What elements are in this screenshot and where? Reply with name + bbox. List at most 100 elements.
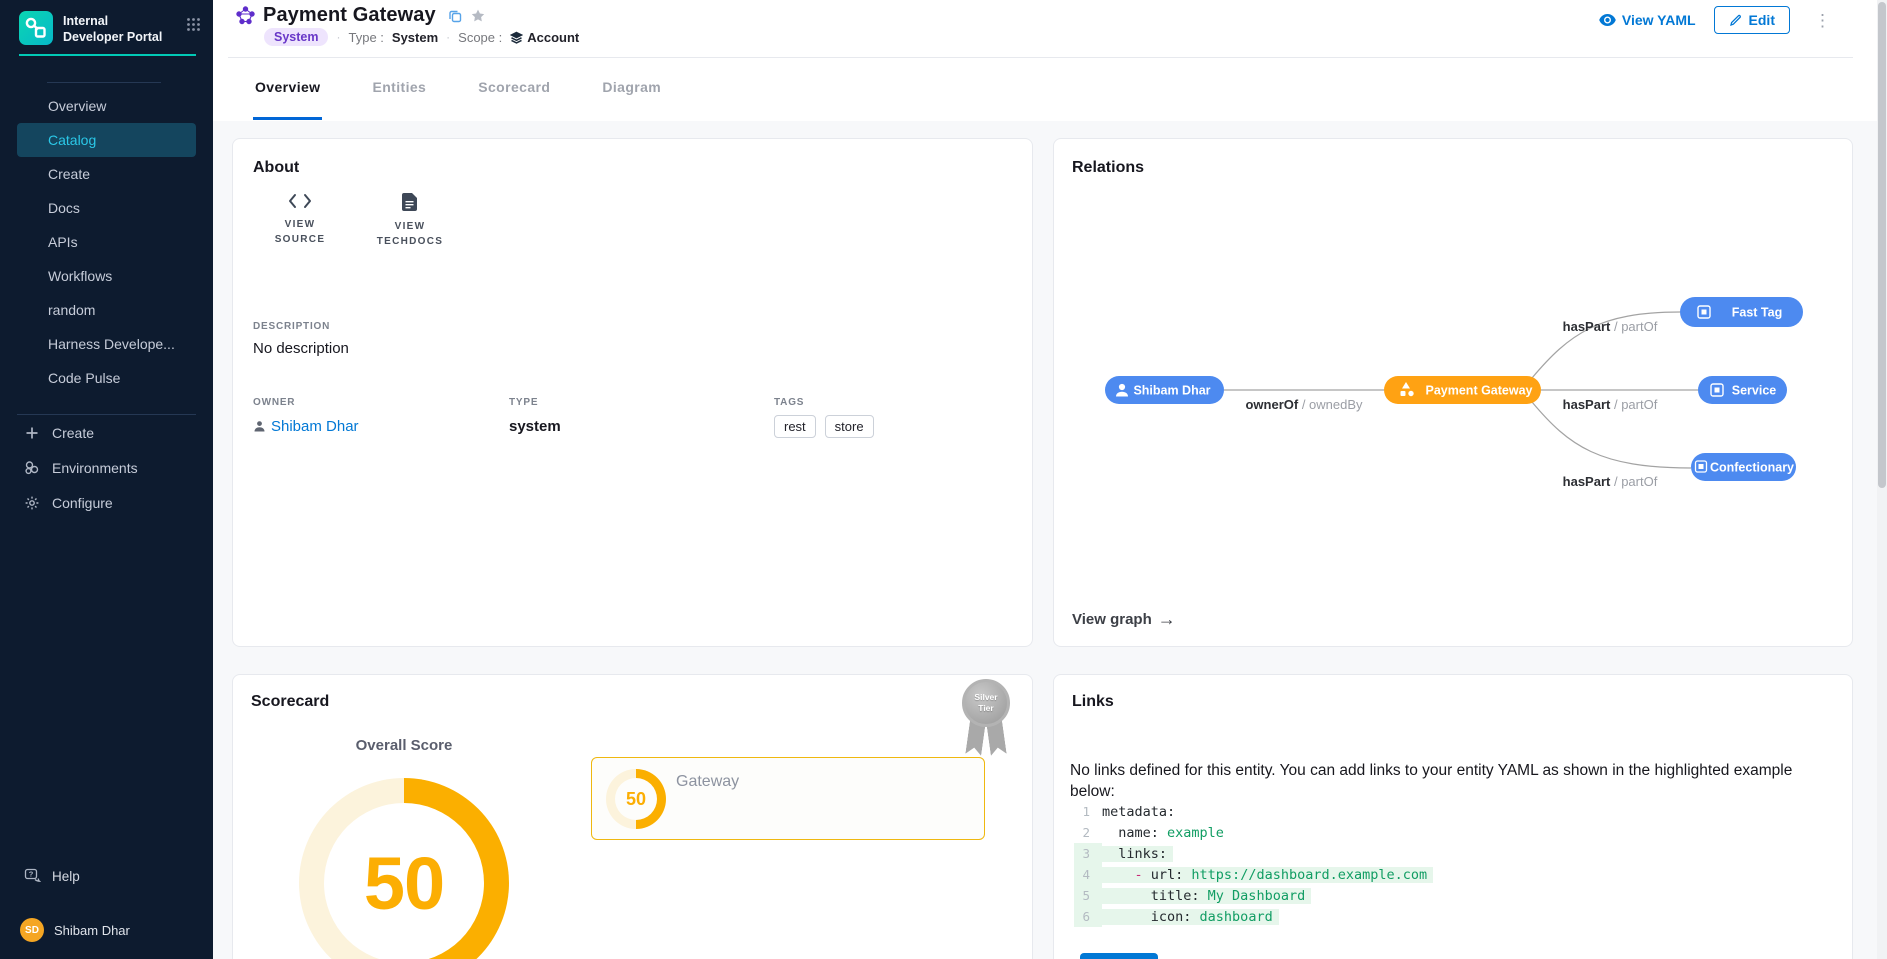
- sidebar-environments[interactable]: Environments: [0, 450, 213, 485]
- favorite-star-icon[interactable]: [470, 8, 486, 24]
- type-label: Type :: [348, 30, 383, 45]
- account-icon: [510, 31, 523, 44]
- node-confectionary[interactable]: Confectionary: [1691, 453, 1796, 481]
- entity-meta-row: System · Type : System · Scope : Account: [264, 28, 579, 46]
- node-payment-gateway[interactable]: Payment Gateway: [1384, 376, 1541, 404]
- svg-text:Shibam Dhar: Shibam Dhar: [1133, 384, 1210, 398]
- environments-icon: [24, 460, 40, 476]
- relations-card: Relations ownerOf / ownedBy hasPart / pa…: [1053, 138, 1853, 647]
- description-label: DESCRIPTION: [253, 321, 1012, 332]
- sidebar-item-harness-developer[interactable]: Harness Develope...: [0, 327, 213, 361]
- user-menu[interactable]: SD Shibam Dhar: [0, 915, 213, 945]
- page-title: Payment Gateway: [263, 4, 436, 27]
- help-label: Help: [52, 869, 80, 884]
- app-root: Internal Developer Portal Overview Catal…: [0, 0, 1887, 959]
- scorecard-title: Scorecard: [251, 693, 1014, 711]
- code-line: 1metadata:: [1074, 801, 1433, 822]
- view-source-button[interactable]: VIEW SOURCE: [261, 193, 339, 249]
- description-value: No description: [253, 340, 1012, 357]
- avatar: SD: [20, 918, 44, 942]
- scope-value: Account: [510, 30, 579, 45]
- code-icon: [288, 193, 312, 209]
- sidebar-item-apis[interactable]: APIs: [0, 225, 213, 259]
- tab-entities[interactable]: Entities: [370, 57, 428, 120]
- edit-label: Edit: [1749, 12, 1775, 28]
- copy-icon[interactable]: [448, 9, 462, 23]
- help-icon: ?: [24, 868, 41, 884]
- harness-logo-icon: [19, 11, 53, 45]
- sidebar-accent-divider: [19, 54, 196, 56]
- help-button[interactable]: ? Help: [0, 859, 213, 893]
- code-line-highlighted: 5 title: My Dashboard: [1074, 885, 1433, 906]
- owner-label: OWNER: [253, 397, 509, 408]
- edit-button[interactable]: Edit: [1714, 6, 1790, 34]
- sidebar-environments-label: Environments: [52, 460, 138, 476]
- sidebar-item-code-pulse[interactable]: Code Pulse: [0, 361, 213, 395]
- node-fast-tag[interactable]: Fast Tag: [1680, 297, 1803, 327]
- gear-icon: [24, 495, 40, 511]
- view-techdocs-label: VIEW TECHDOCS: [371, 219, 449, 249]
- user-name: Shibam Dhar: [54, 923, 130, 938]
- links-docs-button[interactable]: [1080, 953, 1158, 959]
- sidebar-item-catalog[interactable]: Catalog: [17, 123, 196, 157]
- silver-tier-badge-icon: Silver Tier: [960, 679, 1012, 757]
- edge-label-haspart-bottom: hasPart / partOf: [1563, 474, 1658, 489]
- more-options-icon[interactable]: ⋮: [1808, 8, 1837, 33]
- code-line: 2 name: example: [1074, 822, 1433, 843]
- gateway-score-name: Gateway: [676, 773, 739, 791]
- kind-badge: System: [264, 28, 328, 46]
- sidebar-item-create[interactable]: Create: [0, 157, 213, 191]
- sidebar-item-overview[interactable]: Overview: [0, 89, 213, 123]
- tab-overview[interactable]: Overview: [253, 57, 322, 120]
- overall-score-label: Overall Score: [299, 737, 509, 754]
- view-graph-link[interactable]: View graph →: [1072, 609, 1176, 630]
- overall-score-value: 50: [364, 841, 444, 926]
- type-value: System: [392, 30, 438, 45]
- plus-icon: [24, 426, 40, 440]
- code-line-highlighted: 6 icon: dashboard: [1074, 906, 1433, 927]
- entity-header: Payment Gateway System · Type : System ·…: [213, 0, 1877, 121]
- sidebar: Internal Developer Portal Overview Catal…: [0, 0, 213, 959]
- scrollbar-thumb[interactable]: [1878, 2, 1886, 488]
- view-yaml-label: View YAML: [1622, 12, 1696, 28]
- tags-label: TAGS: [774, 397, 874, 408]
- sidebar-configure[interactable]: Configure: [0, 485, 213, 520]
- sidebar-nav: Overview Catalog Create Docs APIs Workfl…: [0, 89, 213, 395]
- tier-line1: Silver: [974, 692, 997, 703]
- sidebar-item-workflows[interactable]: Workflows: [0, 259, 213, 293]
- owner-link[interactable]: Shibam Dhar: [253, 418, 509, 435]
- node-shibam-dhar[interactable]: Shibam Dhar: [1105, 376, 1224, 404]
- relations-graph[interactable]: ownerOf / ownedBy hasPart / partOf hasPa…: [1054, 139, 1852, 599]
- sidebar-create-button[interactable]: Create: [0, 415, 213, 450]
- view-techdocs-button[interactable]: VIEW TECHDOCS: [371, 193, 449, 249]
- svg-text:Fast Tag: Fast Tag: [1732, 306, 1782, 320]
- view-source-label: VIEW SOURCE: [261, 217, 339, 247]
- edge-label-haspart-mid: hasPart / partOf: [1563, 397, 1658, 412]
- type-col-value: system: [509, 418, 774, 435]
- yaml-example-code: 1metadata: 2 name: example 3 links: 4 - …: [1074, 801, 1433, 927]
- edge-label-haspart-top: hasPart / partOf: [1563, 319, 1658, 334]
- apps-grid-icon[interactable]: [186, 17, 201, 32]
- node-service[interactable]: Service: [1698, 376, 1787, 404]
- tab-diagram[interactable]: Diagram: [600, 57, 663, 120]
- links-message: No links defined for this entity. You ca…: [1070, 761, 1840, 803]
- page-scrollbar[interactable]: [1877, 0, 1887, 959]
- tag-chip-store[interactable]: store: [825, 415, 874, 438]
- scope-label: Scope :: [458, 30, 502, 45]
- gateway-score-card[interactable]: 50 Gateway: [591, 757, 985, 840]
- view-graph-label: View graph: [1072, 611, 1152, 628]
- scorecard-card: Scorecard Overall Score 50 Silver Tier 5…: [232, 674, 1033, 959]
- tab-bar: Overview Entities Scorecard Diagram: [253, 57, 663, 120]
- tab-scorecard[interactable]: Scorecard: [476, 57, 552, 120]
- overall-score-donut: 50: [299, 778, 509, 959]
- main-content: Payment Gateway System · Type : System ·…: [213, 0, 1877, 959]
- tag-chip-rest[interactable]: rest: [774, 415, 816, 438]
- view-yaml-button[interactable]: View YAML: [1599, 12, 1696, 28]
- tier-line2: Tier: [978, 703, 993, 714]
- gateway-score-value: 50: [626, 789, 646, 810]
- type-col-label: TYPE: [509, 397, 774, 408]
- sidebar-item-random[interactable]: random: [0, 293, 213, 327]
- svg-text:Confectionary: Confectionary: [1710, 461, 1794, 475]
- system-entity-icon: [236, 6, 255, 25]
- sidebar-item-docs[interactable]: Docs: [0, 191, 213, 225]
